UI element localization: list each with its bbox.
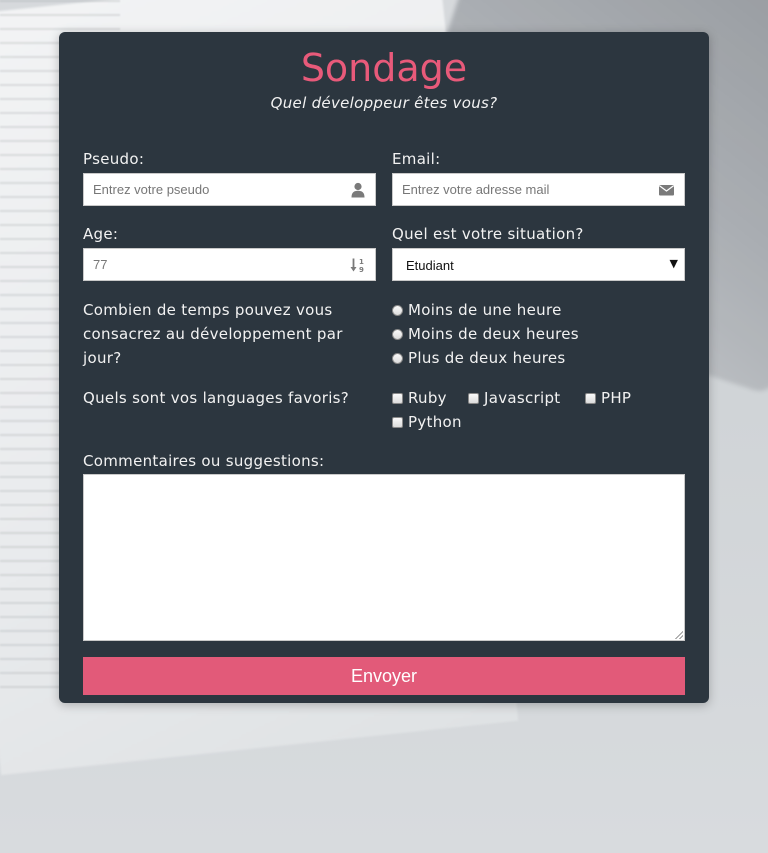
age-input[interactable] [84,249,375,280]
email-label: Email: [392,150,441,168]
radio-option-label: Plus de deux heures [408,349,566,367]
checkbox[interactable] [392,393,403,404]
resize-handle-icon[interactable] [675,631,683,639]
checkbox-ruby[interactable]: Ruby [392,386,447,410]
checkbox-javascript[interactable]: Javascript [468,386,560,410]
svg-text:9: 9 [359,266,364,273]
comments-label: Commentaires ou suggestions: [83,452,325,470]
age-field: 1 9 [83,248,376,281]
email-field [392,173,685,206]
pseudo-label: Pseudo: [83,150,145,168]
chevron-down-icon: ▼ [669,257,678,270]
situation-select[interactable]: Etudiant ▼ [392,248,685,281]
languages-question-label: Quels sont vos languages favoris? [83,389,350,407]
situation-label: Quel est votre situation? [392,225,584,243]
envelope-icon [658,185,675,196]
checkbox-label: Javascript [484,389,561,407]
age-label: Age: [83,225,119,243]
checkbox[interactable] [585,393,596,404]
svg-text:1: 1 [359,258,364,266]
comments-textarea[interactable] [83,474,685,641]
radio-option-less-two-hours[interactable]: Moins de deux heures [392,322,579,346]
checkbox-label: Ruby [408,389,447,407]
sort-numeric-icon: 1 9 [350,258,364,273]
checkbox[interactable] [392,417,403,428]
checkbox[interactable] [468,393,479,404]
radio-button[interactable] [392,305,403,316]
situation-selected-value: Etudiant [406,258,454,273]
survey-form: Sondage Quel développeur êtes vous? Pseu… [59,32,709,703]
user-icon [351,182,365,198]
checkbox-label: Python [408,413,462,431]
radio-button[interactable] [392,329,403,340]
radio-option-label: Moins de une heure [408,301,562,319]
pseudo-input[interactable] [84,174,375,205]
time-question-label: Combien de temps pouvez vous consacrez a… [83,301,343,367]
page-subtitle: Quel développeur êtes vous? [270,94,498,112]
checkbox-label: PHP [601,389,632,407]
radio-option-less-one-hour[interactable]: Moins de une heure [392,298,562,322]
checkbox-python[interactable]: Python [392,410,462,434]
radio-option-more-two-hours[interactable]: Plus de deux heures [392,346,566,370]
radio-button[interactable] [392,353,403,364]
pseudo-field [83,173,376,206]
checkbox-php[interactable]: PHP [585,386,631,410]
radio-option-label: Moins de deux heures [408,325,579,343]
page-title: Sondage [300,46,468,90]
submit-button[interactable]: Envoyer [83,657,685,695]
email-input[interactable] [393,174,684,205]
